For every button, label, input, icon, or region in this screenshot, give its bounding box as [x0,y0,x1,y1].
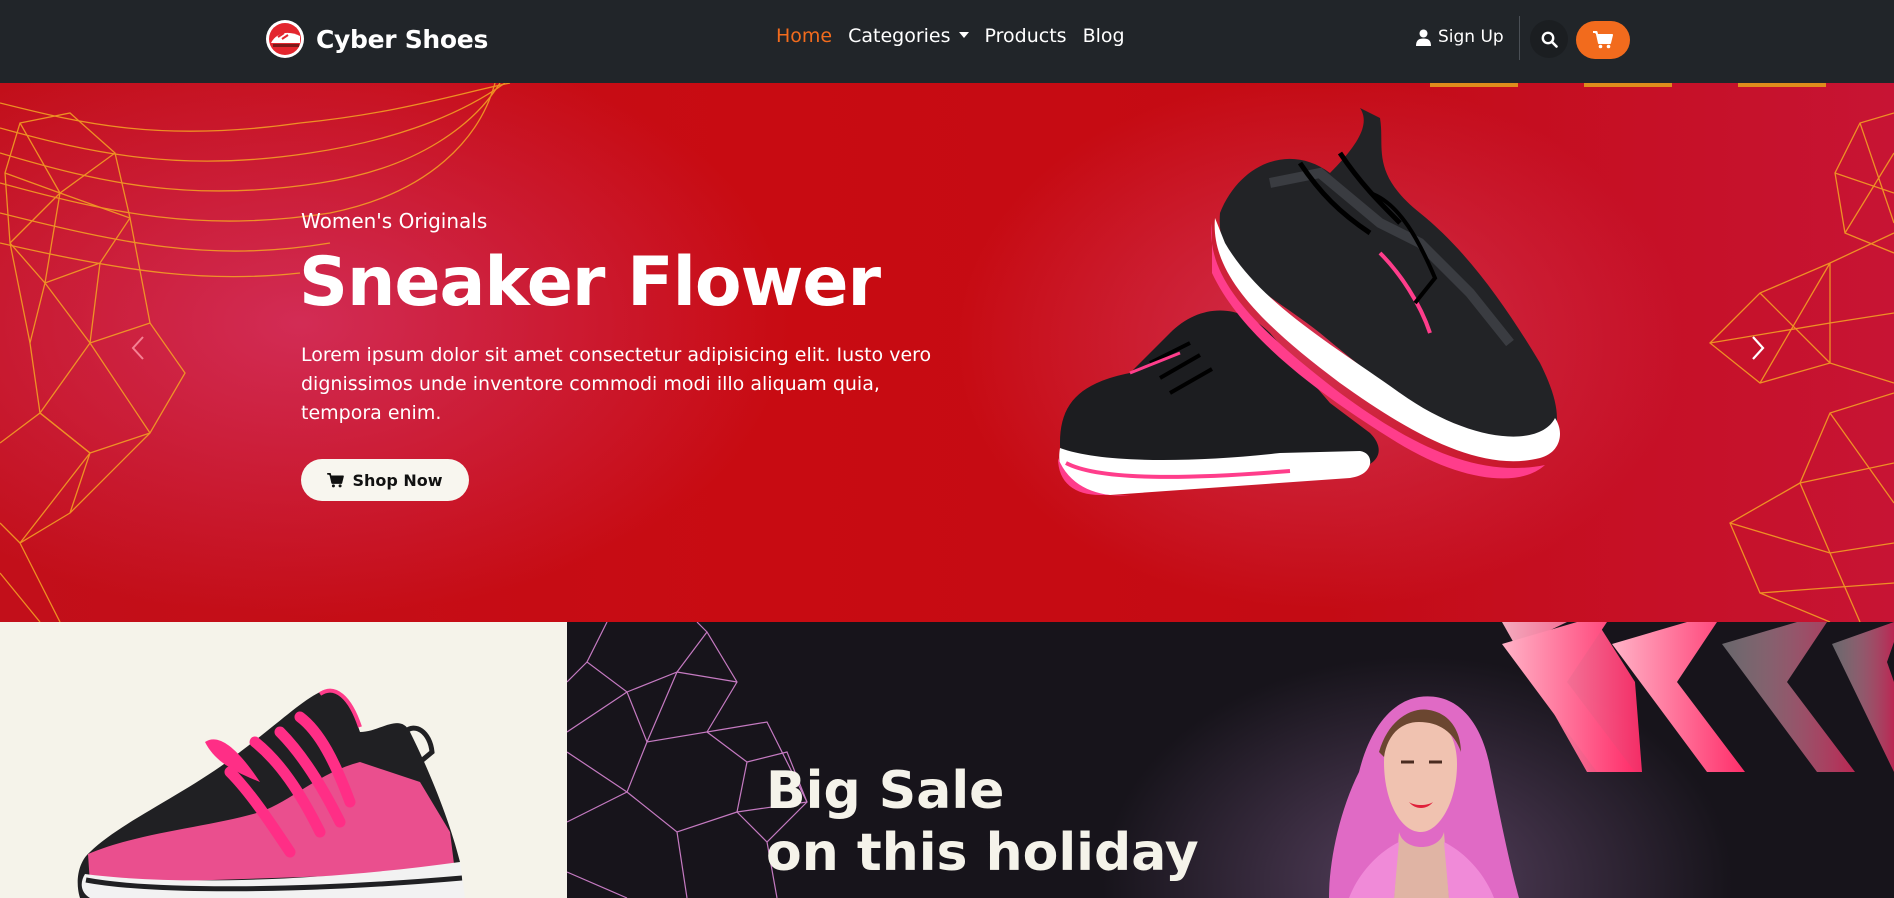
hero-sneakers-image [1058,108,1560,496]
sale-title: Big Sale on this holiday [766,760,1199,884]
cart-icon [327,472,345,487]
sale-title-line1: Big Sale [766,761,1005,821]
nav-products[interactable]: Products [985,25,1067,47]
nav-divider [1519,16,1520,60]
shop-now-button[interactable]: Shop Now [301,459,469,501]
carousel-indicator[interactable] [1430,83,1518,87]
brand-name: Cyber Shoes [316,24,489,54]
hero-subtitle: Women's Originals [301,209,488,233]
sale-title-line2: on this holiday [766,823,1199,883]
pink-sneaker-image [77,688,465,898]
navbar: Cyber Shoes Home Categories Products Blo… [0,0,1894,83]
product-promo-panel [0,622,567,898]
chevron-down-icon [958,31,969,38]
nav-blog[interactable]: Blog [1083,25,1125,47]
brand-logo-icon [266,20,304,58]
carousel-indicators [1430,83,1826,87]
carousel-indicator[interactable] [1738,83,1826,87]
cart-icon [1593,31,1613,49]
carousel-indicator[interactable] [1584,83,1672,87]
main-nav: Home Categories Products Blog [776,25,1125,47]
brand-link[interactable]: Cyber Shoes [264,19,488,59]
shop-now-label: Shop Now [352,470,443,490]
hero-description: Lorem ipsum dolor sit amet consectetur a… [301,344,932,424]
hero-title: Sneaker Flower [299,243,881,322]
nav-categories-label: Categories [848,25,951,47]
chevron-right-icon[interactable] [1742,331,1772,365]
cart-button[interactable] [1576,21,1630,59]
sign-up-label: Sign Up [1438,27,1504,47]
search-icon [1541,31,1558,48]
holiday-sale-banner: Big Sale on this holiday [567,622,1894,898]
nav-categories-dropdown[interactable]: Categories [848,25,969,47]
nav-home[interactable]: Home [776,25,832,47]
model-image [1329,696,1519,898]
user-icon [1416,29,1431,46]
hero-carousel: Women's Originals Sneaker Flower Lorem i… [0,83,1894,622]
chevron-left-icon[interactable] [124,331,154,365]
sign-up-link[interactable]: Sign Up [1416,27,1504,47]
search-button[interactable] [1530,20,1568,58]
